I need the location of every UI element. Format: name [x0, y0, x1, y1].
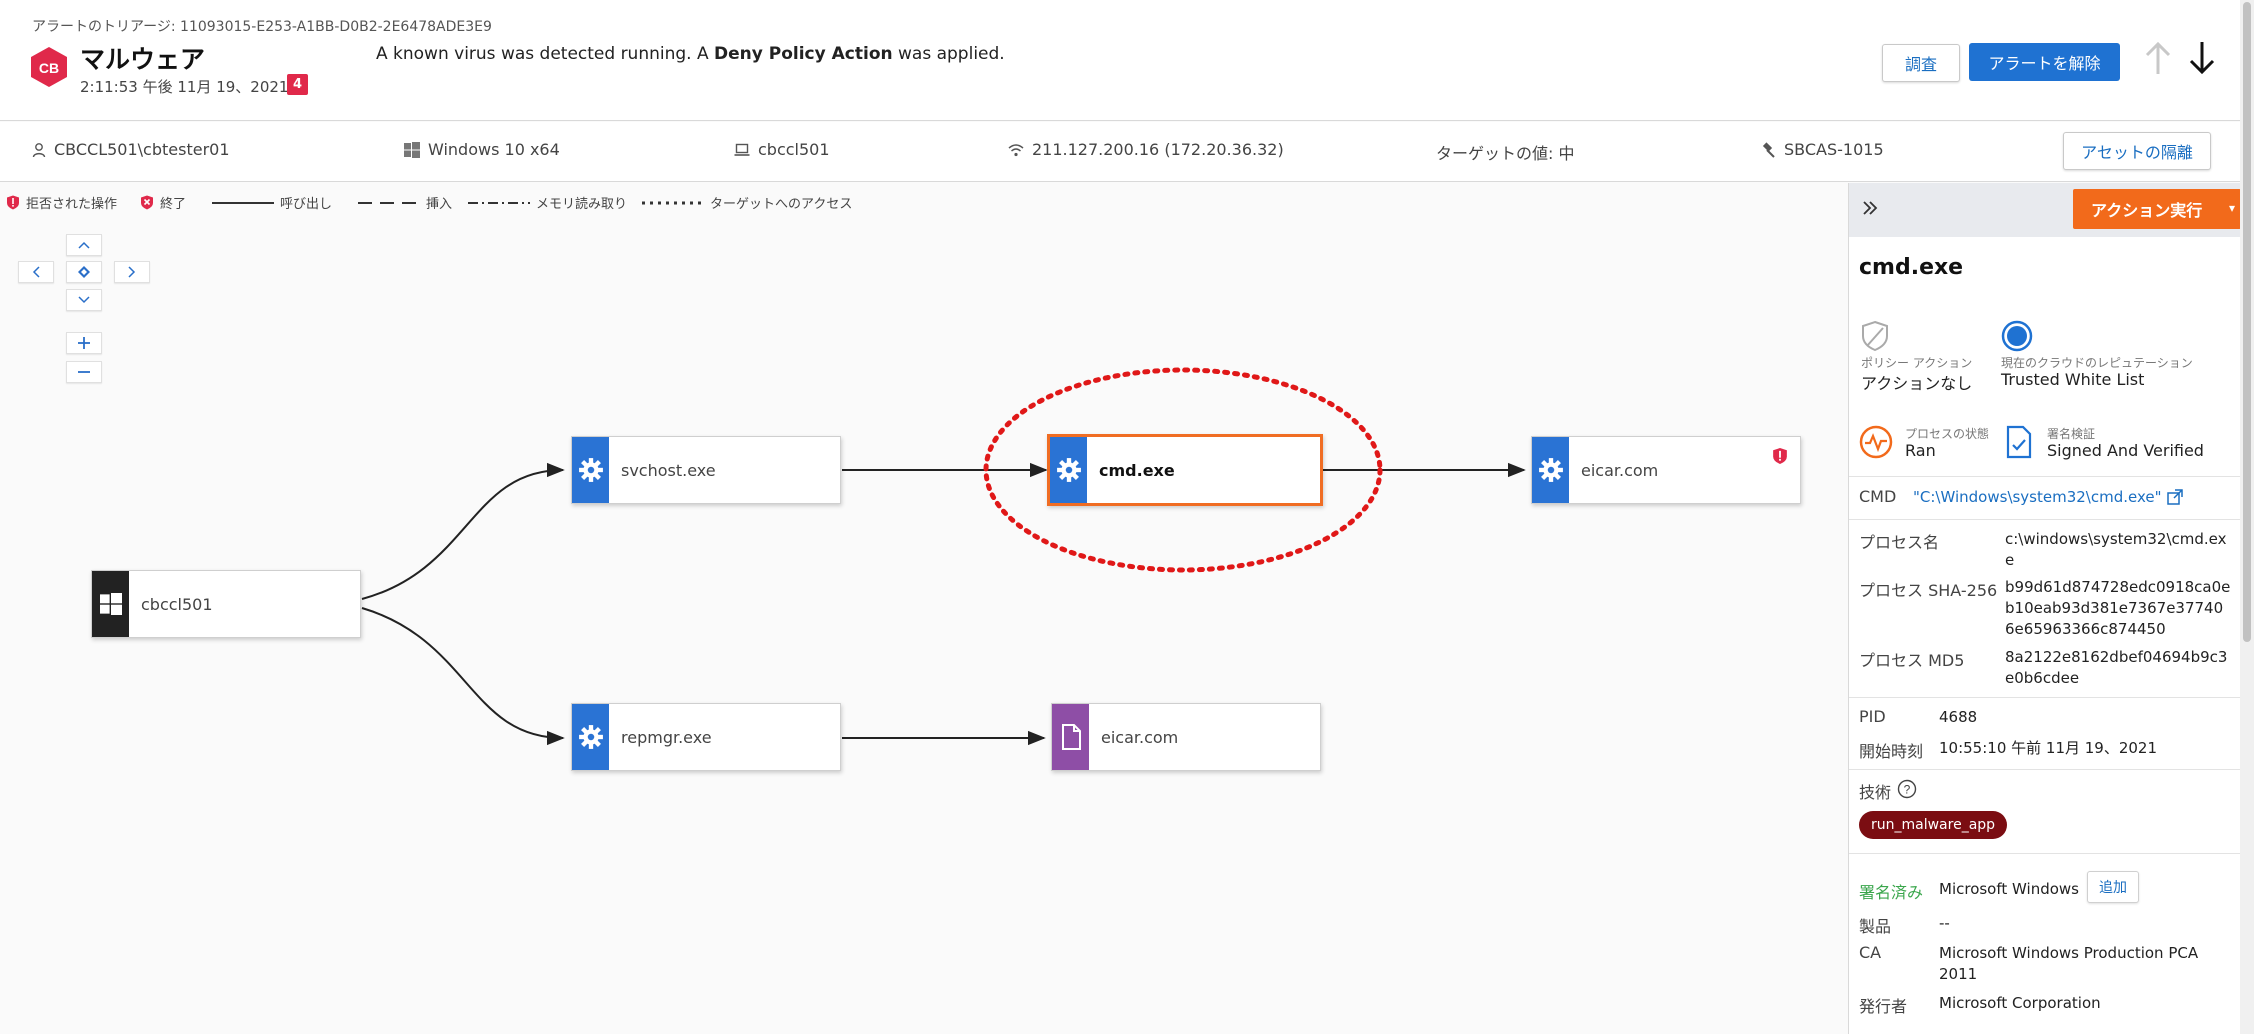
- process-state-value: Ran: [1905, 441, 1936, 460]
- product-value: --: [1939, 914, 1950, 932]
- node-label: svchost.exe: [621, 460, 716, 480]
- signature-value: Signed And Verified: [2047, 441, 2204, 460]
- pulse-icon: [1859, 425, 1893, 459]
- pid-value: 4688: [1939, 708, 1978, 726]
- start-time-value: 10:55:10 午前 11月 19、2021: [1939, 739, 2158, 757]
- policy-action-value: アクションなし: [1861, 374, 1973, 393]
- process-graph-edges: [361, 367, 1526, 746]
- ca-value: Microsoft Windows Production PCA 2011: [1939, 944, 2199, 983]
- collapse-panel-icon[interactable]: [1861, 199, 1879, 217]
- previous-alert-arrow-icon[interactable]: [2144, 38, 2172, 78]
- help-icon[interactable]: ?: [1897, 779, 1917, 799]
- graph-node-cmd[interactable]: cmd.exe: [1047, 434, 1323, 506]
- external-link-icon[interactable]: [2167, 489, 2183, 505]
- signed-document-icon: [2006, 425, 2032, 459]
- graph-node-eicar-bottom[interactable]: eicar.com: [1051, 703, 1321, 771]
- edge-root-svchost: [361, 462, 565, 600]
- md5-value: 8a2122e8162dbef04694b9c3e0b6cdee: [2005, 648, 2228, 687]
- chevron-down-icon: ▾: [2228, 201, 2235, 215]
- publisher-label: 発行者: [1859, 997, 1908, 1016]
- graph-node-root[interactable]: cbccl501: [91, 570, 361, 638]
- policy-action-label: ポリシー アクション: [1861, 356, 1973, 370]
- scrollbar-thumb[interactable]: [2243, 2, 2251, 642]
- node-label: eicar.com: [1581, 460, 1659, 480]
- signed-value: Microsoft Windows: [1939, 880, 2079, 898]
- graph-node-eicar-top[interactable]: eicar.com: [1531, 436, 1801, 504]
- signed-label: 署名済み: [1859, 883, 1924, 902]
- isolate-asset-button[interactable]: アセットの隔離: [2063, 132, 2211, 170]
- reputation-label: 現在のクラウドのレピュテーション: [2001, 356, 2193, 370]
- pid-label: PID: [1859, 707, 1886, 726]
- next-alert-arrow-icon[interactable]: [2188, 38, 2216, 78]
- node-label: cmd.exe: [1099, 460, 1175, 480]
- start-time-label: 開始時刻: [1859, 742, 1924, 761]
- add-button[interactable]: 追加: [2087, 871, 2139, 903]
- node-label: cbccl501: [141, 594, 213, 614]
- process-title: cmd.exe: [1859, 255, 1964, 280]
- gear-icon: [572, 437, 609, 503]
- file-icon: [1052, 704, 1089, 770]
- dismiss-alert-button[interactable]: アラートを解除: [1969, 43, 2120, 81]
- node-label: eicar.com: [1101, 727, 1179, 747]
- panel-toolbar: アクション実行 ▾: [1849, 183, 2240, 237]
- investigate-button[interactable]: 調査: [1882, 44, 1960, 82]
- windows-node-icon: [92, 571, 129, 637]
- publisher-value: Microsoft Corporation: [1939, 994, 2101, 1012]
- process-details-panel: アクション実行 ▾ cmd.exe ポリシー アクション アクションなし 現在の…: [1848, 183, 2240, 1034]
- process-state-label: プロセスの状態: [1905, 427, 1990, 441]
- sha256-value: b99d61d874728edc0918ca0eb10eab93d381e736…: [2005, 578, 2231, 638]
- cmd-label: CMD: [1859, 487, 1897, 506]
- ca-label: CA: [1859, 943, 1882, 962]
- cmd-value[interactable]: "C:\Windows\system32\cmd.exe": [1913, 487, 2162, 508]
- technique-pill[interactable]: run_malware_app: [1859, 811, 2008, 839]
- process-name-value: c:\windows\system32\cmd.exe: [2005, 530, 2227, 569]
- take-action-button[interactable]: アクション実行 ▾: [2073, 189, 2240, 229]
- gear-icon: [572, 704, 609, 770]
- reputation-value: Trusted White List: [2001, 370, 2145, 389]
- page-scrollbar[interactable]: [2240, 0, 2254, 1034]
- graph-node-svchost[interactable]: svchost.exe: [571, 436, 841, 504]
- gear-icon: [1050, 437, 1087, 503]
- edge-root-repmgr: [361, 607, 565, 746]
- technique-label: 技術: [1859, 783, 1892, 802]
- reputation-circle-icon: [2001, 320, 2033, 352]
- signature-label: 署名検証: [2047, 427, 2096, 441]
- product-label: 製品: [1859, 917, 1892, 936]
- node-label: repmgr.exe: [621, 727, 712, 747]
- sha256-label: プロセス SHA-256: [1859, 581, 1998, 600]
- graph-node-repmgr[interactable]: repmgr.exe: [571, 703, 841, 771]
- take-action-label: アクション実行: [2091, 201, 2203, 220]
- svg-text:?: ?: [1904, 783, 1911, 797]
- md5-label: プロセス MD5: [1859, 651, 1965, 670]
- policy-shield-icon: [1862, 320, 1888, 352]
- gear-icon: [1532, 437, 1569, 503]
- denied-shield-icon: [1773, 448, 1787, 464]
- process-name-label: プロセス名: [1859, 533, 1940, 552]
